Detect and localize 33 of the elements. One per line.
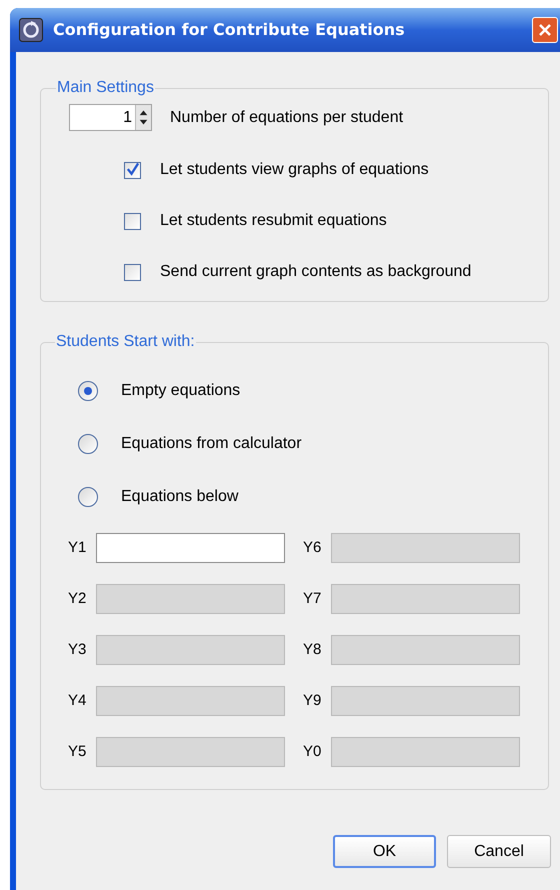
radio-label: Equations below [121,486,238,506]
spin-arrows-icon[interactable] [135,105,151,130]
app-icon [19,18,43,42]
radio-button[interactable] [78,434,98,454]
cancel-button[interactable]: Cancel [447,835,551,868]
equation-label: Y8 [303,640,322,660]
equation-label: Y1 [68,538,87,558]
radio-button[interactable] [78,380,98,400]
checkbox[interactable] [124,212,141,230]
group-title: Main Settings [56,78,155,98]
group-title: Students Start with: [55,332,196,352]
equation-field[interactable] [96,533,285,563]
radio-label: Empty equations [121,380,240,400]
equation-label: Y2 [68,588,87,609]
ok-button[interactable]: OK [333,835,436,868]
window-title: Configuration for Contribute Equations [53,19,405,41]
checkbox-label: Let students resubmit equations [160,211,387,231]
equation-label: Y9 [303,690,322,711]
equation-label: Y6 [303,538,322,558]
close-icon[interactable] [532,17,558,43]
equation-label: Y3 [68,640,87,660]
checkbox[interactable] [124,264,141,280]
equation-label: Y0 [303,742,322,762]
radio-label: Equations from calculator [121,434,302,454]
checkbox[interactable] [124,162,141,178]
equation-label: Y5 [68,742,87,762]
checkbox-label: Send current graph contents as background [160,262,472,282]
equation-label: Y7 [303,588,322,609]
radio-button[interactable] [78,486,98,506]
number-spinner[interactable]: 1 [69,104,152,131]
spinner-label: Number of equations per student [170,108,404,128]
checkbox-label: Let students view graphs of equations [160,160,429,180]
equation-label: Y4 [68,690,87,711]
